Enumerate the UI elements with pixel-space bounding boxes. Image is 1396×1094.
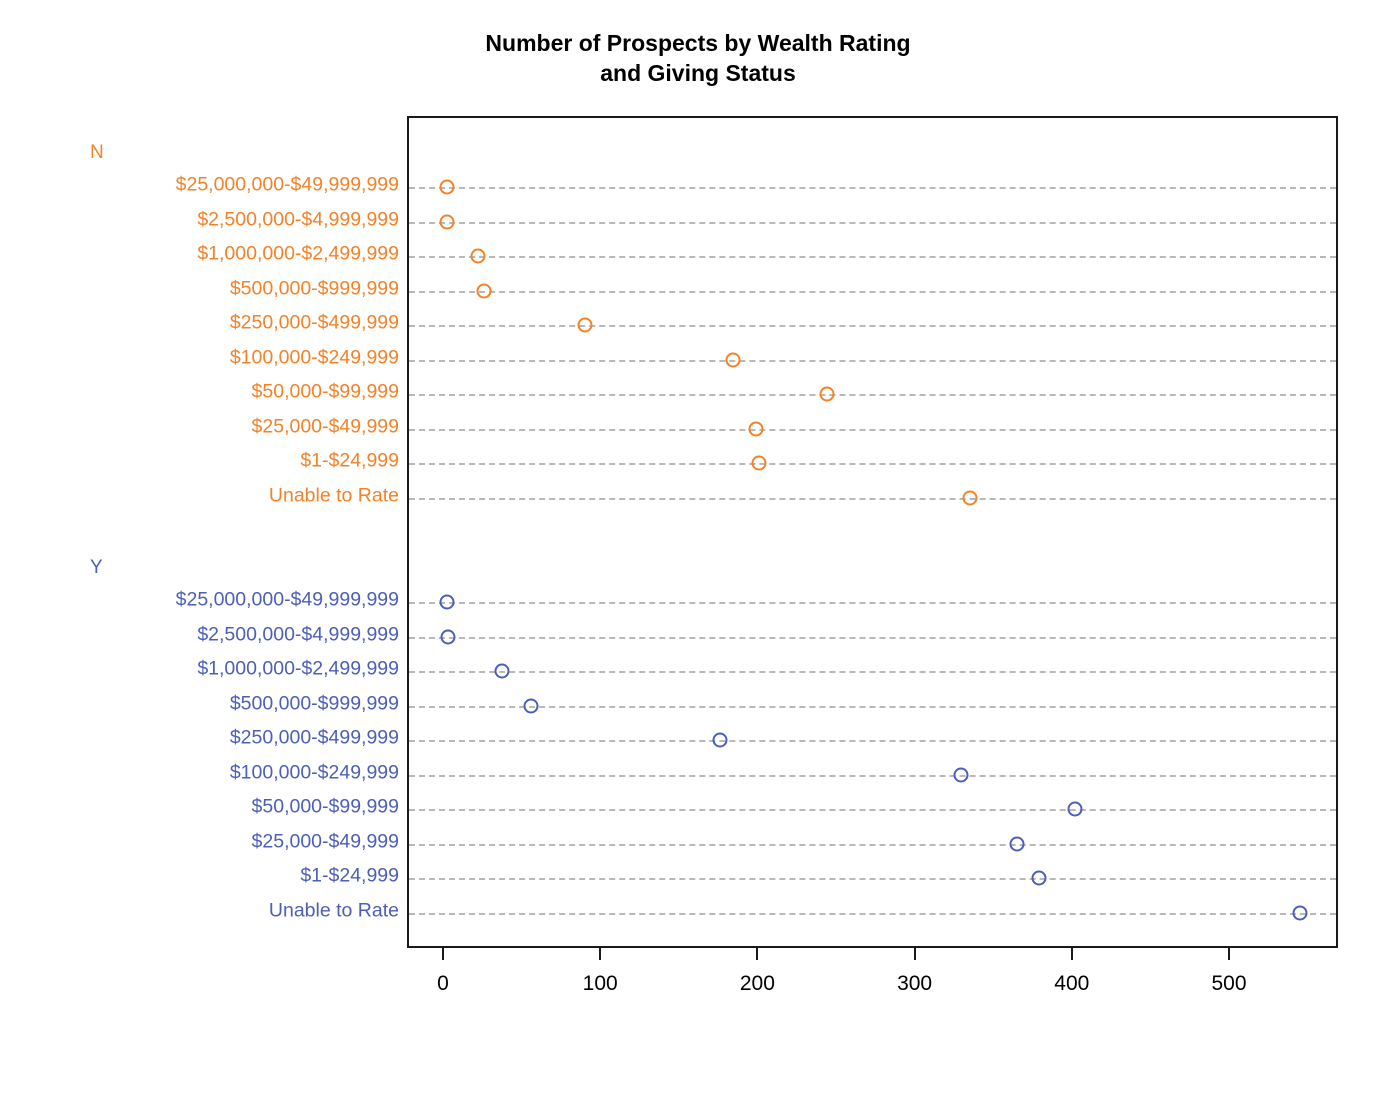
category-label: $25,000,000-$49,999,999 <box>175 588 399 611</box>
category-label: Unable to Rate <box>268 484 399 506</box>
data-point[interactable] <box>523 698 539 713</box>
data-point[interactable] <box>470 248 486 264</box>
data-point[interactable] <box>751 455 767 471</box>
category-label: $50,000-$99,999 <box>251 380 399 403</box>
category-label: $250,000-$499,999 <box>229 726 399 749</box>
data-point[interactable] <box>725 352 741 367</box>
gridline <box>409 221 1336 224</box>
category-label: $50,000-$99,999 <box>251 795 399 818</box>
category-label: $25,000,000-$49,999,999 <box>175 173 399 196</box>
x-axis-tick <box>913 948 916 960</box>
x-axis-tick <box>1228 948 1230 960</box>
group-header-n: N <box>90 142 104 163</box>
data-point[interactable] <box>577 317 593 333</box>
category-label: $1,000,000-$2,499,999 <box>197 242 399 265</box>
gridline <box>409 636 1336 639</box>
gridline <box>409 290 1336 293</box>
category-label: $1,000,000-$2,499,999 <box>197 657 399 680</box>
gridline <box>409 325 1336 327</box>
gridline <box>409 187 1336 189</box>
gridline <box>409 705 1336 708</box>
gridline <box>409 843 1336 846</box>
plot-area <box>407 116 1338 948</box>
gridline <box>409 671 1336 673</box>
data-point[interactable] <box>748 421 764 436</box>
gridline <box>409 497 1336 500</box>
category-label: $25,000-$49,999 <box>251 415 399 437</box>
gridline <box>409 912 1336 915</box>
category-label: $500,000-$999,999 <box>229 277 399 299</box>
gridline <box>409 463 1336 465</box>
gridline <box>409 394 1336 396</box>
category-label: Unable to Rate <box>268 899 399 921</box>
x-axis-tick-label: 100 <box>582 972 618 995</box>
category-label: $100,000-$249,999 <box>229 761 399 783</box>
data-point[interactable] <box>1009 836 1025 851</box>
gridline <box>409 774 1336 777</box>
x-axis-tick-label: 300 <box>897 972 933 995</box>
data-point[interactable] <box>439 214 455 229</box>
data-point[interactable] <box>819 386 835 402</box>
data-point[interactable] <box>1292 905 1308 920</box>
group-header-y: Y <box>90 557 103 578</box>
category-label: $2,500,000-$4,999,999 <box>197 623 399 645</box>
gridline <box>409 809 1336 811</box>
data-point[interactable] <box>1031 870 1047 886</box>
dot-plot-chart: Number of Prospects by Wealth Rating and… <box>0 0 1396 1094</box>
category-label: $1-$24,999 <box>300 864 399 887</box>
category-label: $2,500,000-$4,999,999 <box>197 208 399 230</box>
category-label: $1-$24,999 <box>300 449 399 472</box>
data-point[interactable] <box>962 490 978 505</box>
x-axis-tick <box>756 948 759 960</box>
data-point[interactable] <box>440 629 456 644</box>
gridline <box>409 740 1336 742</box>
category-label: $25,000-$49,999 <box>251 830 399 852</box>
data-point[interactable] <box>494 663 510 679</box>
category-label: $500,000-$999,999 <box>229 692 399 714</box>
data-point[interactable] <box>712 732 728 748</box>
data-point[interactable] <box>476 283 492 298</box>
x-axis-tick-label: 500 <box>1211 972 1247 995</box>
x-axis-tick <box>442 948 444 960</box>
data-point[interactable] <box>953 767 969 782</box>
data-point[interactable] <box>439 594 455 610</box>
category-label-column: N $25,000,000-$49,999,999 $2,500,000-$4,99… <box>0 0 399 1094</box>
x-axis-tick-label: 400 <box>1054 972 1090 995</box>
x-axis-tick-label: 200 <box>739 972 775 995</box>
gridline <box>409 256 1336 258</box>
data-point[interactable] <box>439 179 455 195</box>
gridline <box>409 602 1336 604</box>
x-axis-tick <box>599 948 602 960</box>
category-label: $250,000-$499,999 <box>229 311 399 334</box>
x-axis-tick <box>1070 948 1073 960</box>
x-axis-tick-label: 0 <box>437 972 449 995</box>
gridline <box>409 428 1336 431</box>
gridline <box>409 359 1336 362</box>
data-point[interactable] <box>1067 801 1083 817</box>
gridline <box>409 878 1336 880</box>
category-label: $100,000-$249,999 <box>229 346 399 368</box>
